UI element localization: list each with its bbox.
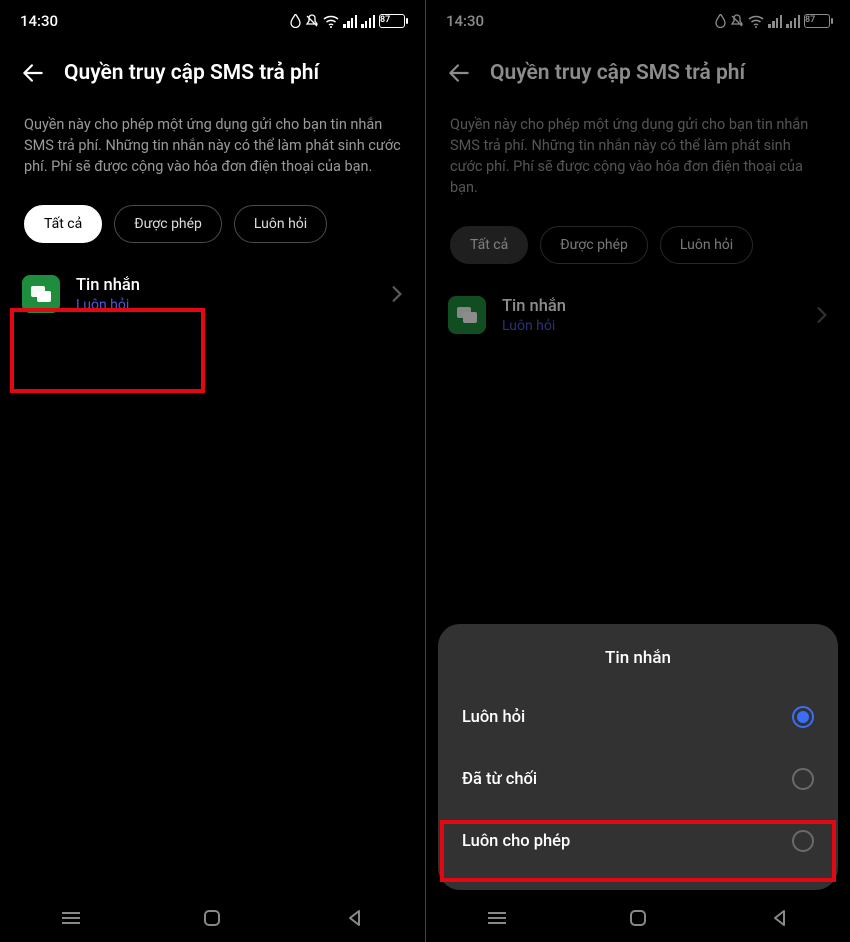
radio-icon bbox=[792, 768, 814, 790]
status-time: 14:30 bbox=[446, 12, 484, 30]
signal-icon-1 bbox=[343, 15, 357, 28]
nav-recent-icon[interactable] bbox=[57, 904, 85, 932]
sheet-option-deny[interactable]: Đã từ chối bbox=[460, 748, 816, 810]
app-sub: Luôn hỏi bbox=[76, 297, 375, 313]
app-text: Tin nhắn Luôn hỏi bbox=[502, 297, 800, 334]
filter-chips: Tất cả Được phép Luôn hỏi bbox=[426, 218, 850, 286]
chip-all[interactable]: Tất cả bbox=[24, 205, 102, 243]
description-text: Quyền này cho phép một ứng dụng gửi cho … bbox=[426, 104, 850, 218]
radio-icon bbox=[792, 830, 814, 852]
page-title: Quyền truy cập SMS trả phí bbox=[64, 61, 319, 85]
chevron-right-icon bbox=[391, 285, 403, 303]
status-icons: 87 bbox=[715, 14, 830, 28]
water-drop-icon bbox=[715, 14, 726, 28]
sheet-option-ask[interactable]: Luôn hỏi bbox=[460, 686, 816, 748]
phone-left: 14:30 87 Quyền truy cập SMS trả phí Quyề… bbox=[0, 0, 425, 942]
wifi-icon bbox=[748, 15, 764, 28]
nav-recent-icon[interactable] bbox=[483, 904, 511, 932]
status-icons: 87 bbox=[290, 14, 405, 28]
option-label: Đã từ chối bbox=[462, 770, 537, 789]
sheet-title: Tin nhắn bbox=[460, 648, 816, 668]
description-text: Quyền này cho phép một ứng dụng gửi cho … bbox=[0, 104, 425, 197]
nav-home-icon[interactable] bbox=[624, 904, 652, 932]
header: Quyền truy cập SMS trả phí bbox=[426, 38, 850, 104]
signal-icon-1 bbox=[768, 15, 782, 28]
status-bar: 14:30 87 bbox=[426, 0, 850, 38]
filter-chips: Tất cả Được phép Luôn hỏi bbox=[0, 197, 425, 265]
battery-icon: 87 bbox=[804, 14, 830, 28]
water-drop-icon bbox=[290, 14, 301, 28]
app-text: Tin nhắn Luôn hỏi bbox=[76, 276, 375, 313]
status-time: 14:30 bbox=[20, 12, 58, 30]
option-label: Luôn cho phép bbox=[462, 832, 570, 851]
nav-bar bbox=[426, 894, 850, 942]
app-row-messages[interactable]: Tin nhắn Luôn hỏi bbox=[0, 265, 425, 323]
phone-right: 14:30 87 Quyền truy cập SMS trả phí Quyề… bbox=[425, 0, 850, 942]
chip-allowed[interactable]: Được phép bbox=[540, 226, 648, 264]
nav-back-icon[interactable] bbox=[765, 904, 793, 932]
back-icon[interactable] bbox=[446, 60, 472, 86]
app-name: Tin nhắn bbox=[502, 297, 800, 316]
header: Quyền truy cập SMS trả phí bbox=[0, 38, 425, 104]
chip-allowed[interactable]: Được phép bbox=[114, 205, 222, 243]
nav-back-icon[interactable] bbox=[340, 904, 368, 932]
mute-icon bbox=[305, 14, 319, 28]
signal-icon-2 bbox=[786, 15, 800, 28]
wifi-icon bbox=[323, 15, 339, 28]
status-bar: 14:30 87 bbox=[0, 0, 425, 38]
radio-checked-icon bbox=[792, 706, 814, 728]
battery-icon: 87 bbox=[379, 14, 405, 28]
messages-app-icon bbox=[22, 275, 60, 313]
mute-icon bbox=[730, 14, 744, 28]
page-title: Quyền truy cập SMS trả phí bbox=[490, 61, 745, 85]
chip-ask[interactable]: Luôn hỏi bbox=[660, 226, 753, 264]
bottom-sheet: Tin nhắn Luôn hỏi Đã từ chối Luôn cho ph… bbox=[438, 624, 838, 890]
app-row-messages[interactable]: Tin nhắn Luôn hỏi bbox=[426, 286, 850, 344]
chevron-right-icon bbox=[816, 306, 828, 324]
app-sub: Luôn hỏi bbox=[502, 318, 800, 334]
nav-home-icon[interactable] bbox=[198, 904, 226, 932]
chip-ask[interactable]: Luôn hỏi bbox=[234, 205, 327, 243]
signal-icon-2 bbox=[361, 15, 375, 28]
app-name: Tin nhắn bbox=[76, 276, 375, 295]
sheet-option-allow[interactable]: Luôn cho phép bbox=[460, 810, 816, 872]
chip-all[interactable]: Tất cả bbox=[450, 226, 528, 264]
messages-app-icon bbox=[448, 296, 486, 334]
option-label: Luôn hỏi bbox=[462, 708, 525, 727]
back-icon[interactable] bbox=[20, 60, 46, 86]
nav-bar bbox=[0, 894, 425, 942]
